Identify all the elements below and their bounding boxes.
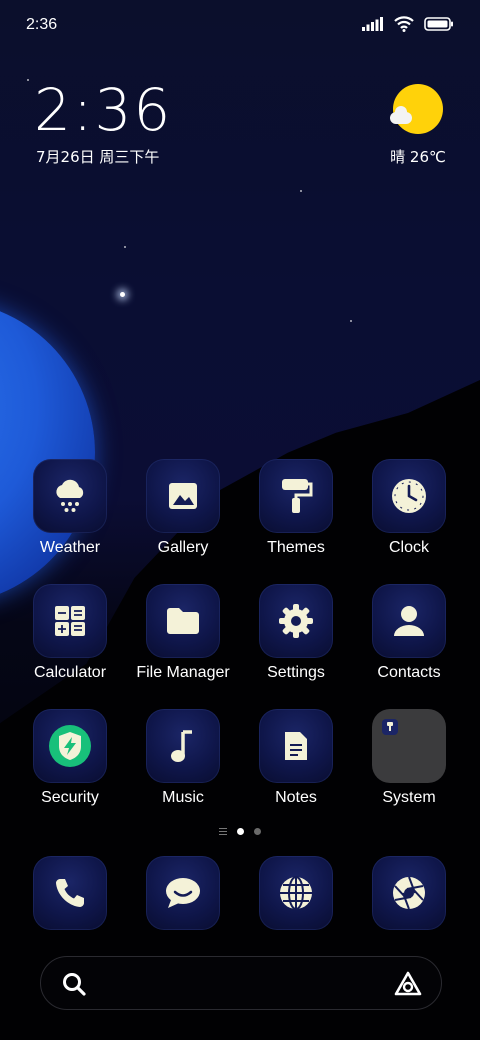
gear-icon — [279, 604, 313, 638]
dock-camera[interactable] — [354, 856, 464, 930]
app-weather[interactable]: Weather — [15, 459, 125, 557]
app-security[interactable]: Security — [15, 709, 125, 807]
app-label: Clock — [388, 539, 429, 556]
app-themes-tile — [259, 459, 333, 533]
app-file-manager[interactable]: File Manager — [128, 584, 238, 682]
paint-roller-icon — [282, 479, 313, 513]
app-label: Settings — [267, 664, 325, 681]
wallpaper-star — [350, 320, 352, 322]
app-weather-tile — [33, 459, 107, 533]
app-label: Weather — [39, 539, 101, 556]
wallpaper-star — [124, 246, 126, 248]
page-dot[interactable] — [254, 828, 261, 835]
app-label: Notes — [275, 789, 317, 806]
clock-widget-date[interactable]: 7月26日 周三下午 — [36, 146, 159, 167]
app-file-manager-tile — [146, 584, 220, 658]
status-time: 2:36 — [26, 16, 58, 33]
wallpaper-star — [300, 190, 302, 192]
app-label: Contacts — [377, 664, 441, 681]
wifi-icon — [394, 16, 414, 32]
battery-icon — [424, 17, 453, 31]
dock-browser[interactable] — [241, 856, 351, 930]
app-gallery[interactable]: Gallery — [128, 459, 238, 557]
app-themes[interactable]: Themes — [241, 459, 351, 557]
app-music-tile — [146, 709, 220, 783]
app-gallery-tile — [146, 459, 220, 533]
app-contacts[interactable]: Contacts — [354, 584, 464, 682]
clock-icon — [392, 479, 426, 513]
app-label: System — [382, 789, 436, 806]
clock-widget-time[interactable]: 2:36 — [34, 76, 172, 144]
dock-phone[interactable] — [15, 856, 125, 930]
shield-bolt-icon — [49, 725, 91, 767]
app-label: File Manager — [136, 664, 230, 681]
folder-icon — [167, 608, 199, 634]
app-calculator[interactable]: Calculator — [15, 584, 125, 682]
app-music[interactable]: Music — [128, 709, 238, 807]
browser-globe-icon — [280, 876, 312, 910]
dock-camera-tile — [372, 856, 446, 930]
dock-phone-tile — [33, 856, 107, 930]
person-icon — [394, 606, 424, 636]
assistant-icon[interactable] — [393, 970, 423, 998]
weather-widget-text: 晴 26℃ — [390, 148, 446, 166]
app-label: Music — [162, 789, 204, 806]
app-contacts-tile — [372, 584, 446, 658]
sunny-cloud-icon — [390, 84, 443, 134]
app-settings[interactable]: Settings — [241, 584, 351, 682]
calculator-icon — [55, 606, 85, 636]
search-bar[interactable] — [40, 956, 442, 1010]
dock-browser-tile — [259, 856, 333, 930]
message-icon — [166, 878, 200, 908]
phone-icon — [56, 879, 84, 907]
weather-widget[interactable]: 晴 26℃ — [386, 84, 450, 167]
app-settings-tile — [259, 584, 333, 658]
status-bar: 2:36 — [0, 0, 480, 50]
app-label: Gallery — [157, 539, 209, 556]
dock-messages-tile — [146, 856, 220, 930]
wallpaper-star — [27, 79, 29, 81]
page-dot-active[interactable] — [237, 828, 244, 835]
app-calculator-tile — [33, 584, 107, 658]
app-notes-tile — [259, 709, 333, 783]
app-security-tile — [33, 709, 107, 783]
wallpaper-star — [120, 292, 125, 297]
app-label: Themes — [267, 539, 325, 556]
app-label: Security — [41, 789, 99, 806]
app-label: Calculator — [33, 664, 107, 681]
dock-messages[interactable] — [128, 856, 238, 930]
status-icons — [362, 16, 454, 32]
note-icon — [285, 732, 307, 760]
app-notes[interactable]: Notes — [241, 709, 351, 807]
weather-snow-icon — [56, 479, 84, 512]
app-drawer-lines-icon[interactable] — [219, 828, 227, 835]
gallery-icon — [169, 483, 197, 509]
search-icon[interactable] — [61, 971, 87, 997]
folder-system-icon — [382, 719, 398, 735]
app-clock[interactable]: Clock — [354, 459, 464, 557]
page-indicator[interactable] — [0, 828, 480, 835]
music-note-icon — [171, 730, 192, 762]
camera-shutter-icon — [393, 876, 425, 910]
app-folder-system[interactable]: System — [354, 709, 464, 807]
app-folder-system-tile — [372, 709, 446, 783]
app-clock-tile — [372, 459, 446, 533]
signal-icon — [362, 17, 383, 31]
